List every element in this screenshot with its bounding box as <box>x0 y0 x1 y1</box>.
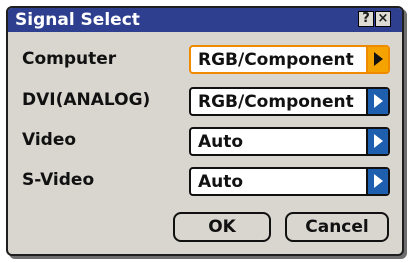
computer-select[interactable]: RGB/Component <box>189 45 390 74</box>
close-icon[interactable]: × <box>375 11 391 27</box>
video-select[interactable]: Auto <box>189 127 390 156</box>
triangle-right-icon[interactable] <box>366 89 388 114</box>
dvi-analog-select[interactable]: RGB/Component <box>189 87 390 116</box>
computer-label: Computer <box>22 49 117 69</box>
video-select-value: Auto <box>198 132 244 152</box>
s-video-label: S-Video <box>22 170 95 190</box>
video-label: Video <box>22 130 77 150</box>
ok-button[interactable]: OK <box>173 212 271 242</box>
triangle-right-icon[interactable] <box>366 47 388 72</box>
cancel-button[interactable]: Cancel <box>285 212 389 242</box>
help-icon[interactable]: ? <box>358 11 374 27</box>
computer-select-value: RGB/Component <box>198 50 354 70</box>
triangle-right-icon[interactable] <box>366 169 388 194</box>
title-bar: Signal Select ? × <box>8 8 402 32</box>
dvi-analog-label: DVI(ANALOG) <box>22 90 151 110</box>
s-video-select[interactable]: Auto <box>189 167 390 196</box>
dvi-analog-select-value: RGB/Component <box>198 92 354 112</box>
dialog-title: Signal Select <box>15 10 140 30</box>
s-video-select-value: Auto <box>198 172 244 192</box>
triangle-right-icon[interactable] <box>366 129 388 154</box>
signal-select-dialog: Signal Select ? × Computer RGB/Component… <box>6 6 404 256</box>
